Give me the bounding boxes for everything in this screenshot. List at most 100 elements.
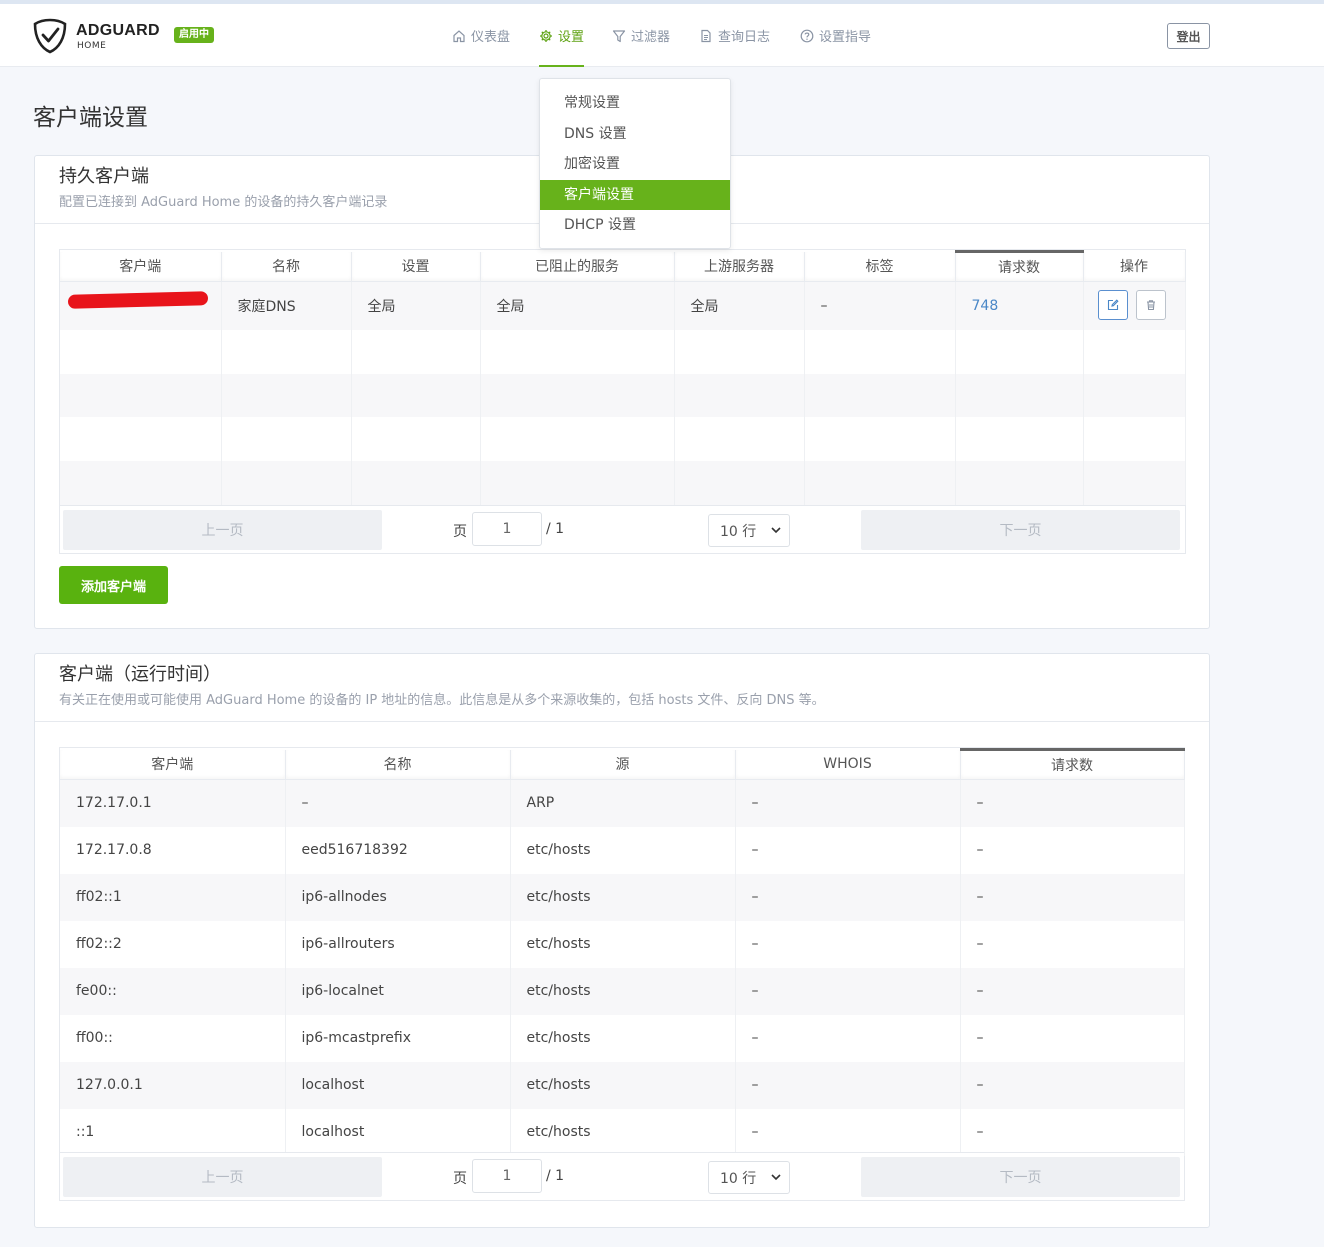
nav-settings[interactable]: 设置 bbox=[539, 4, 585, 67]
menu-item-encryption-settings[interactable]: 加密设置 bbox=[540, 149, 730, 180]
name-cell: localhost bbox=[285, 1108, 511, 1156]
nav-filters[interactable]: 过滤器 bbox=[612, 4, 670, 67]
requests-cell: – bbox=[960, 873, 1185, 921]
menu-item-dns-settings[interactable]: DNS 设置 bbox=[540, 119, 730, 150]
client-cell: 172.17.0.1 bbox=[60, 779, 286, 827]
edit-client-button[interactable] bbox=[1098, 290, 1128, 320]
edit-icon bbox=[1107, 299, 1119, 311]
prev-page-button[interactable]: 上一页 bbox=[63, 510, 382, 550]
brand-name: ADGUARD bbox=[76, 22, 160, 39]
requests-cell: – bbox=[960, 779, 1185, 827]
name-cell: 家庭DNS bbox=[221, 281, 352, 330]
brand-subtitle: HOME bbox=[77, 41, 107, 51]
home-icon bbox=[453, 29, 465, 42]
delete-client-button[interactable] bbox=[1136, 290, 1166, 320]
empty-row bbox=[60, 373, 1186, 417]
nav-filters-label: 过滤器 bbox=[631, 30, 671, 45]
filter-icon bbox=[612, 29, 626, 42]
column-header-whois[interactable]: WHOIS bbox=[735, 749, 961, 780]
page-size-value: 10 行 bbox=[720, 1170, 757, 1187]
whois-cell: – bbox=[735, 967, 961, 1015]
requests-cell: – bbox=[960, 1061, 1185, 1109]
column-header-requests[interactable]: 请求数 bbox=[955, 250, 1084, 282]
column-header-client[interactable]: 客户端 bbox=[60, 749, 286, 780]
source-cell: ARP bbox=[510, 779, 736, 827]
name-cell: ip6-allnodes bbox=[285, 873, 511, 921]
column-header-name[interactable]: 名称 bbox=[221, 251, 352, 282]
runtime-clients-header: 客户端（运行时间） 有关正在使用或可能使用 AdGuard Home 的设备的 … bbox=[35, 654, 1209, 722]
requests-cell: – bbox=[960, 1108, 1185, 1156]
column-header-name[interactable]: 名称 bbox=[285, 749, 511, 780]
add-client-button[interactable]: 添加客户端 bbox=[59, 566, 168, 604]
source-cell: etc/hosts bbox=[510, 1014, 736, 1062]
column-header-source[interactable]: 源 bbox=[510, 749, 736, 780]
name-cell: ip6-allrouters bbox=[285, 920, 511, 968]
menu-item-general-settings[interactable]: 常规设置 bbox=[540, 88, 730, 119]
page-label: 页 bbox=[453, 524, 467, 540]
source-cell: etc/hosts bbox=[510, 967, 736, 1015]
table-row: ff00:: ip6-mcastprefix etc/hosts – – bbox=[60, 1014, 1185, 1062]
table-row: 172.17.0.1– ARP – – bbox=[60, 779, 1185, 827]
nav-setup-guide[interactable]: 设置指导 bbox=[800, 4, 871, 67]
column-header-requests[interactable]: 请求数 bbox=[960, 748, 1185, 780]
table-row: ff02::2 ip6-allrouters etc/hosts – – bbox=[60, 920, 1185, 968]
source-cell: etc/hosts bbox=[510, 873, 736, 921]
page-size-select[interactable]: 10 行 bbox=[708, 514, 790, 547]
name-cell: localhost bbox=[285, 1061, 511, 1109]
settings-cell: 全局 bbox=[351, 281, 481, 330]
source-cell: etc/hosts bbox=[510, 1108, 736, 1156]
menu-item-dhcp-settings[interactable]: DHCP 设置 bbox=[540, 210, 730, 241]
page-title: 客户端设置 bbox=[33, 105, 148, 131]
client-cell: ff00:: bbox=[60, 1014, 286, 1062]
table-row: 家庭DNS 全局 全局 全局 – 748 bbox=[60, 281, 1186, 330]
whois-cell: – bbox=[735, 1061, 961, 1109]
nav-query-log[interactable]: 查询日志 bbox=[699, 4, 770, 67]
column-header-settings[interactable]: 设置 bbox=[351, 251, 481, 282]
next-page-button[interactable]: 下一页 bbox=[861, 1157, 1180, 1197]
next-page-button[interactable]: 下一页 bbox=[861, 510, 1180, 550]
adguard-shield-logo[interactable] bbox=[33, 18, 67, 54]
runtime-clients-subtitle: 有关正在使用或可能使用 AdGuard Home 的设备的 IP 地址的信息。此… bbox=[59, 693, 825, 708]
client-cell: ::1 bbox=[60, 1108, 286, 1156]
source-cell: etc/hosts bbox=[510, 1061, 736, 1109]
requests-cell: – bbox=[960, 1014, 1185, 1062]
table-row: 172.17.0.8 eed516718392 etc/hosts – – bbox=[60, 826, 1185, 874]
client-cell: ff02::2 bbox=[60, 920, 286, 968]
page-total: / 1 bbox=[546, 1168, 565, 1184]
status-badge: 启用中 bbox=[174, 27, 214, 43]
page-number-input[interactable]: 1 bbox=[472, 512, 542, 546]
column-header-actions: 操作 bbox=[1083, 251, 1186, 282]
whois-cell: – bbox=[735, 779, 961, 827]
runtime-clients-title: 客户端（运行时间） bbox=[59, 664, 221, 685]
menu-item-client-settings[interactable]: 客户端设置 bbox=[540, 179, 730, 210]
requests-cell: – bbox=[960, 826, 1185, 874]
requests-link[interactable]: 748 bbox=[955, 281, 1084, 330]
logout-button[interactable]: 登出 bbox=[1167, 23, 1210, 49]
page-total: / 1 bbox=[546, 521, 565, 537]
runtime-clients-card: 客户端（运行时间） 有关正在使用或可能使用 AdGuard Home 的设备的 … bbox=[34, 653, 1210, 1228]
whois-cell: – bbox=[735, 1014, 961, 1062]
column-header-upstream[interactable]: 上游服务器 bbox=[674, 251, 805, 282]
help-icon bbox=[800, 29, 814, 42]
prev-page-button[interactable]: 上一页 bbox=[63, 1157, 382, 1197]
empty-row bbox=[60, 329, 1186, 374]
nav-dashboard[interactable]: 仪表盘 bbox=[452, 4, 510, 67]
nav-dashboard-label: 仪表盘 bbox=[471, 30, 511, 45]
nav-query-log-label: 查询日志 bbox=[718, 30, 771, 45]
column-header-client[interactable]: 客户端 bbox=[60, 251, 222, 282]
blocked-services-cell: 全局 bbox=[480, 281, 675, 330]
trash-icon bbox=[1147, 300, 1155, 311]
column-header-tags[interactable]: 标签 bbox=[804, 251, 956, 282]
header: ADGUARD HOME 启用中 仪表盘 设置 过滤器 查询日志 设置指导 登出 bbox=[0, 4, 1324, 67]
client-cell: 172.17.0.8 bbox=[60, 826, 286, 874]
upstream-cell: 全局 bbox=[674, 281, 805, 330]
page-size-select[interactable]: 10 行 bbox=[708, 1161, 790, 1194]
page-number-input[interactable]: 1 bbox=[472, 1159, 542, 1193]
source-cell: etc/hosts bbox=[510, 826, 736, 874]
column-header-blocked-services[interactable]: 已阻止的服务 bbox=[480, 251, 675, 282]
client-cell: ff02::1 bbox=[60, 873, 286, 921]
whois-cell: – bbox=[735, 826, 961, 874]
name-cell: ip6-localnet bbox=[285, 967, 511, 1015]
document-icon bbox=[701, 29, 711, 42]
tags-cell: – bbox=[804, 281, 956, 330]
